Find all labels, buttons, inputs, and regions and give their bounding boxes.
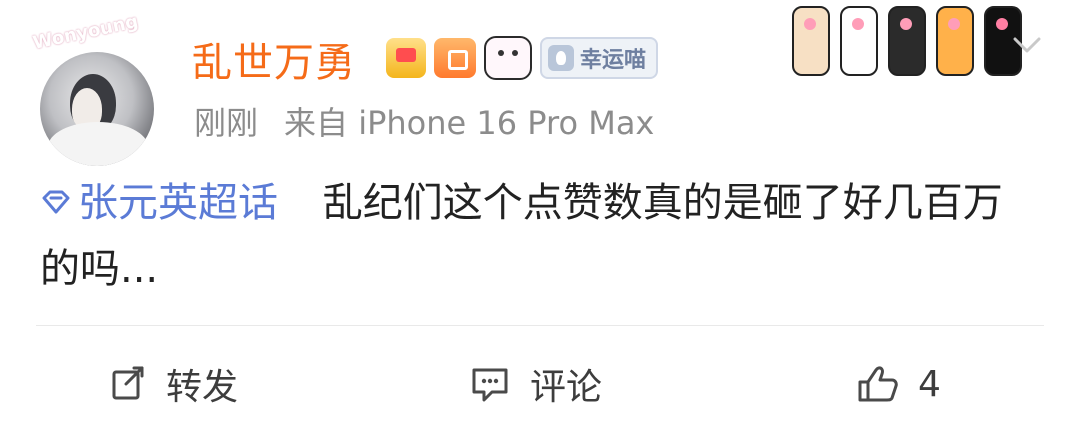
topic-diamond-icon [42,190,70,214]
decorative-paws [792,6,1022,76]
cat-icon [548,45,574,71]
like-count: 4 [918,363,941,405]
post-meta: 刚刚 来自 iPhone 16 Pro Max [194,98,654,144]
chevron-down-icon[interactable] [1010,28,1044,62]
avatar-image [40,52,154,166]
comment-icon [472,368,508,402]
paw-icon [888,6,926,76]
topic-link[interactable]: 张元英超话 [40,180,291,226]
paw-icon [936,6,974,76]
comment-label: 评论 [530,367,603,408]
paw-icon [840,6,878,76]
username[interactable]: 乱世万勇 [192,30,356,88]
repost-label: 转发 [166,367,239,408]
like-icon [858,366,898,402]
cute-face-badge-icon[interactable] [484,36,532,80]
repost-button[interactable]: 转发 [108,352,238,416]
avatar-overlay-wonyoung: Wonyoung [30,11,141,54]
lucky-badge-label: 幸运喵 [580,48,647,73]
avatar-overlay-text: Wonyoung [31,11,140,54]
user-badges: 幸运喵 [386,36,659,80]
topic-label: 张元英超话 [78,180,278,226]
comment-button[interactable]: 评论 [468,352,602,416]
avatar-fur [48,122,148,166]
post-actions: 转发 评论 4 [0,352,1080,416]
post-content: 张元英超话 乱纪们这个点赞数真的是砸了好几百万的吗... [40,170,1040,302]
lucky-cat-badge[interactable]: 幸运喵 [540,37,659,79]
crown-badge-icon[interactable] [386,38,426,78]
paw-icon [792,6,830,76]
level-badge-icon[interactable] [434,38,476,78]
avatar[interactable]: Wonyoung [31,11,156,166]
divider [36,325,1044,326]
post-time: 刚刚 [194,104,259,142]
like-button[interactable]: 4 [854,352,941,416]
repost-icon [112,366,144,400]
post-source: 来自 iPhone 16 Pro Max [284,104,655,142]
